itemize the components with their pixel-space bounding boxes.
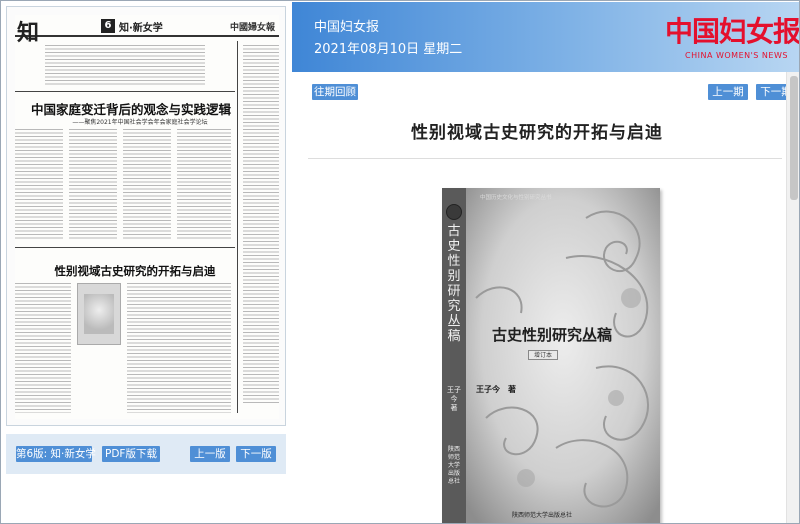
article-title: 性别视域古史研究的开拓与启迪 <box>411 123 663 143</box>
sidebar-rule <box>237 41 238 413</box>
book-series-text: 中国历史文化与性别研究丛书 <box>480 195 552 201</box>
masthead-character: 知 <box>17 20 40 46</box>
archive-button[interactable]: 往期回顾 <box>312 84 358 100</box>
article-panel: 中国妇女报 2021年08月10日 星期二 中国妇女报 CHINA WOMEN'… <box>292 2 800 523</box>
article-2-column <box>127 283 231 413</box>
browser-frame: 知 6 知·新女学 中國婦女報 中国家庭变迁背后的观念与实践逻辑 ——聚焦202… <box>0 0 800 524</box>
article-headline-1[interactable]: 中国家庭变迁背后的观念与实践逻辑 <box>31 99 231 118</box>
page-number-badge: 6 <box>101 19 115 33</box>
page-section-button[interactable]: 第6版: 知·新女学 <box>16 446 96 462</box>
issue-date: 2021年08月10日 星期二 <box>314 42 463 57</box>
article-1-column <box>123 129 171 239</box>
next-page-button[interactable]: 下一版 <box>236 446 276 462</box>
title-divider <box>308 158 782 159</box>
article-headline-2[interactable]: 性别视域古史研究的开拓与启迪 <box>35 263 235 279</box>
article-1-column <box>69 129 117 239</box>
book-cover-image: 中国历史文化与性别研究丛书 古史性别研究丛稿 古史性别研究丛稿 增订本 王子今 … <box>442 188 660 523</box>
brand-logo-english: CHINA WOMEN'S NEWS <box>685 51 788 60</box>
newspaper-page: 知 6 知·新女学 中國婦女報 中国家庭变迁背后的观念与实践逻辑 ——聚焦202… <box>15 15 279 419</box>
section-rule <box>15 91 235 92</box>
book-edition-label: 增订本 <box>528 350 558 360</box>
article-subhead-1: ——聚焦2021年中国社会学会年会家庭社会学论坛 <box>72 119 208 126</box>
section-rule <box>15 247 235 248</box>
scrollbar-thumb[interactable] <box>790 76 798 200</box>
book-title: 古史性别研究丛稿 <box>491 326 612 344</box>
book-author: 王子今 著 <box>476 384 516 394</box>
intro-text-lines <box>45 45 205 85</box>
book-spine-author: 王子今 著 <box>447 386 465 412</box>
header-banner: 中国妇女报 2021年08月10日 星期二 中国妇女报 CHINA WOMEN'… <box>292 2 800 72</box>
book-spine-title: 古史性别研究丛稿 <box>447 224 461 344</box>
brand-logo: 中国妇女报 <box>665 15 800 48</box>
page-thumbnail-panel: 知 6 知·新女学 中國婦女報 中国家庭变迁背后的观念与实践逻辑 ——聚焦202… <box>2 2 291 523</box>
page-nav-bar: 第6版: 知·新女学 PDF版下载 上一版 下一版 <box>6 434 286 474</box>
article-1-column <box>15 129 63 239</box>
publisher-badge-icon <box>446 204 462 220</box>
prev-issue-button[interactable]: 上一期 <box>708 84 748 100</box>
sidebar-text-lines <box>243 45 279 405</box>
book-spine-publisher: 陕西师范大学出版总社 <box>447 446 460 485</box>
paper-name: 中国妇女报 <box>314 20 380 35</box>
book-publisher: 陕西师范大学出版总社 <box>512 512 573 519</box>
article-1-column <box>177 129 231 239</box>
prev-page-button[interactable]: 上一版 <box>190 446 230 462</box>
page-paper-logo: 中國婦女報 <box>230 23 276 33</box>
page-section-name: 知·新女学 <box>119 23 163 34</box>
mini-book-cover <box>77 283 121 345</box>
article-2-column <box>15 283 71 413</box>
pdf-download-button[interactable]: PDF版下载 <box>102 446 160 462</box>
page-masthead: 知 6 知·新女学 中國婦女報 <box>15 15 279 46</box>
book-cover-pattern <box>466 188 660 523</box>
article-scrollbar[interactable] <box>786 72 799 523</box>
issue-toolbar: 往期回顾 上一期 下一期 <box>292 72 799 110</box>
newspaper-page-thumbnail[interactable]: 知 6 知·新女学 中國婦女報 中国家庭变迁背后的观念与实践逻辑 ——聚焦202… <box>6 6 286 426</box>
